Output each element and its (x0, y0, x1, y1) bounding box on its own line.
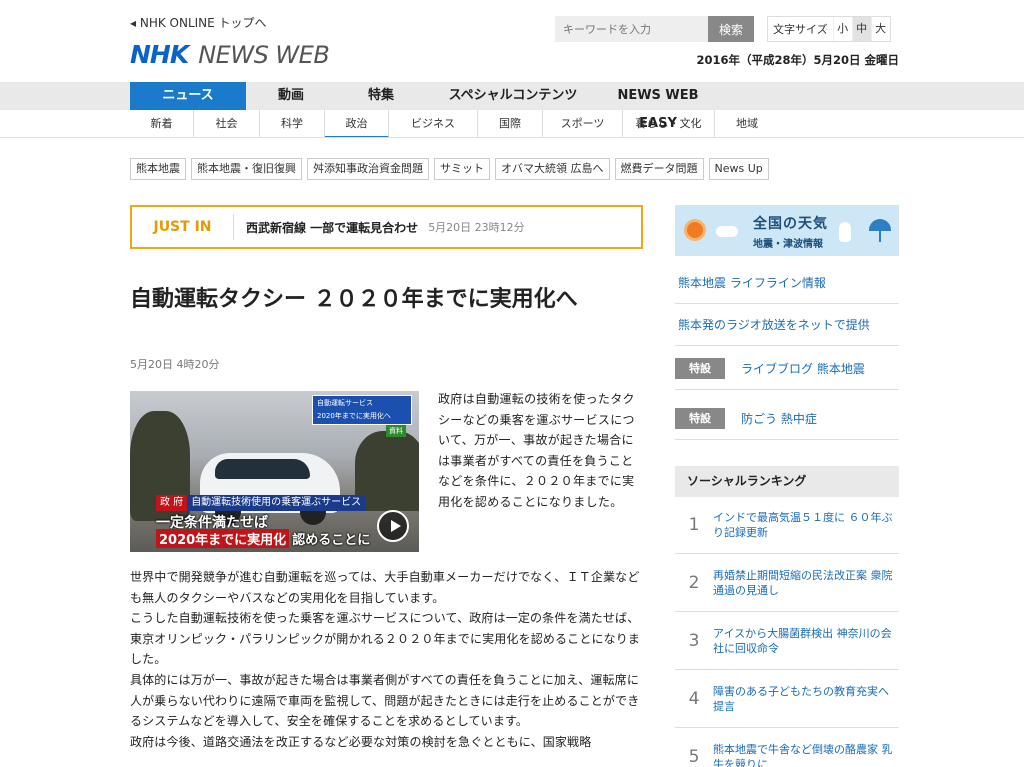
sidebar-link-text: 熊本地震 ライフライン情報 (678, 276, 826, 290)
main-nav-video[interactable]: 動画 (246, 82, 336, 110)
font-size-medium[interactable]: 中 (851, 17, 871, 41)
cloud-icon (716, 226, 738, 237)
main-nav: ニュース 動画 特集 スペシャルコンテンツ NEWS WEB EASY (0, 82, 1024, 131)
current-date: 2016年（平成28年）5月20日 金曜日 (696, 53, 899, 67)
ranking-item[interactable]: 4 障害のある子どもたちの教育充実へ提言 (675, 671, 899, 728)
article-date: 5月20日 4時20分 (130, 358, 220, 371)
just-in-time: 5月20日 23時12分 (428, 221, 525, 234)
article-body: 世界中で開発競争が進む自動運転を巡っては、大手自動車メーカーだけでなく、ＩＴ企業… (130, 567, 645, 752)
feature-badge: 特設 (675, 358, 725, 379)
ranking-number: 5 (688, 747, 700, 767)
article-video[interactable]: 自動運転サービス 2020年までに実用化へ 資料 政 府 自動運転技術使用の乗客… (130, 391, 419, 552)
video-archive-badge: 資料 (386, 425, 406, 437)
sidebar-link-text: 熊本発のラジオ放送をネットで提供 (678, 318, 870, 332)
topic-tag[interactable]: 熊本地震 (130, 158, 186, 180)
just-in-headline[interactable]: 西武新宿線 一部で運転見合わせ (246, 219, 418, 236)
ranking-item[interactable]: 1 インドで最高気温５１度に ６０年ぶり記録更新 (675, 497, 899, 554)
video-caption-box: 自動運転サービス 2020年までに実用化へ (312, 395, 412, 425)
weather-banner[interactable]: 全国の天気 地震・津波情報 (675, 205, 899, 256)
nhk-online-top-link[interactable]: ◂ NHK ONLINE トップへ (130, 14, 267, 31)
logo-nhk: NHK (130, 40, 189, 69)
ranking-item[interactable]: 3 アイスから大腸菌群検出 神奈川の会社に回収命令 (675, 613, 899, 670)
article-title: 自動運転タクシー ２０２０年までに実用化へ (130, 287, 578, 312)
topic-tag[interactable]: サミット (434, 158, 490, 180)
sub-nav-life-culture[interactable]: 暮らし・文化 (623, 110, 715, 138)
just-in-banner[interactable]: JUST IN 西武新宿線 一部で運転見合わせ 5月20日 23時12分 (130, 205, 643, 249)
ranking-item[interactable]: 2 再婚禁止期間短縮の民法改正案 衆院通過の見通し (675, 555, 899, 612)
ranking-number: 1 (688, 515, 700, 535)
article-paragraph: こうした自動運転技術を使った乗客を運ぶサービスについて、政府は一定の条件を満たせ… (130, 611, 641, 667)
topic-tag[interactable]: 燃費データ問題 (614, 158, 704, 180)
sub-nav-business[interactable]: ビジネス (389, 110, 478, 138)
sidebar-feature-heatstroke[interactable]: 特設 防ごう 熱中症 (675, 398, 899, 440)
font-size-selector: 文字サイズ 小 中 大 (767, 16, 891, 42)
article-paragraph: 政府は今後、道路交通法を改正するなど必要な対策の検討を急ぐとともに、国家戦略 (130, 734, 592, 749)
article-paragraph: 具体的には万が一、事故が起きた場合は事業者側がすべての責任を負うことに加え、運転… (130, 672, 640, 729)
ranking-title[interactable]: 障害のある子どもたちの教育充実へ提言 (713, 684, 893, 714)
ranking-title[interactable]: 再婚禁止期間短縮の民法改正案 衆院通過の見通し (713, 568, 893, 598)
main-nav-feature[interactable]: 特集 (336, 82, 426, 110)
ranking-title[interactable]: インドで最高気温５１度に ６０年ぶり記録更新 (713, 510, 893, 540)
ranking-title[interactable]: 熊本地震で牛舎など倒壊の酪農家 乳牛を競りに (713, 742, 893, 767)
video-caption-line1-text: 自動運転技術使用の乗客運ぶサービス (191, 497, 362, 508)
sidebar-link-lifeline[interactable]: 熊本地震 ライフライン情報 (675, 262, 899, 304)
sub-nav-latest[interactable]: 新着 (130, 110, 194, 138)
topic-tags: 熊本地震 熊本地震・復旧復興 舛添知事政治資金問題 サミット オバマ大統領 広島… (130, 158, 769, 180)
feature-title[interactable]: ライブブログ 熊本地震 (741, 360, 865, 377)
search-button[interactable]: 検索 (708, 16, 754, 42)
search-input[interactable] (555, 16, 708, 42)
video-caption-line3: 2020年までに実用化 認めることに (156, 529, 370, 548)
video-caption-line1: 政 府 自動運転技術使用の乗客運ぶサービス (156, 495, 366, 511)
sub-nav-divider (0, 137, 1024, 138)
article-lead: 政府は自動運転の技術を使ったタクシーなどの乗客を運ぶサービスについて、万が一、事… (438, 392, 635, 509)
sub-nav-science[interactable]: 科学 (260, 110, 325, 138)
ranking-number: 3 (688, 631, 700, 651)
video-caption-box-text: 自動運転サービス 2020年までに実用化へ (317, 399, 391, 420)
feature-badge: 特設 (675, 408, 725, 429)
weather-title: 全国の天気 (753, 216, 828, 232)
sub-nav-international[interactable]: 国際 (478, 110, 543, 138)
topic-tag[interactable]: 舛添知事政治資金問題 (307, 158, 429, 180)
video-caption-line3-text: 認めることに (292, 533, 371, 548)
sub-nav-region[interactable]: 地域 (715, 110, 779, 138)
search-box: 検索 (555, 16, 754, 42)
video-caption-gov: 政 府 (156, 495, 188, 511)
sidebar-link-radio[interactable]: 熊本発のラジオ放送をネットで提供 (675, 304, 899, 346)
topic-tag[interactable]: オバマ大統領 広島へ (495, 158, 610, 180)
ranking-number: 4 (688, 689, 700, 709)
sidebar-feature-liveblog[interactable]: 特設 ライブブログ 熊本地震 (675, 348, 899, 390)
logo-news-web: NEWS WEB (198, 41, 330, 69)
main-nav-special[interactable]: スペシャルコンテンツ (426, 82, 600, 110)
video-scene-car-window (215, 459, 310, 479)
feature-title[interactable]: 防ごう 熱中症 (741, 410, 817, 427)
ranking-title[interactable]: アイスから大腸菌群検出 神奈川の会社に回収命令 (713, 626, 893, 656)
sub-nav-politics[interactable]: 政治 (325, 110, 389, 138)
sub-nav: 新着 社会 科学 政治 ビジネス 国際 スポーツ 暮らし・文化 地域 (130, 110, 779, 138)
topic-tag[interactable]: 熊本地震・復旧復興 (191, 158, 302, 180)
main-nav-easy[interactable]: NEWS WEB EASY (600, 82, 716, 131)
umbrella-handle-icon (879, 230, 881, 242)
article-paragraph: 世界中で開発競争が進む自動運転を巡っては、大手自動車メーカーだけでなく、ＩＴ企業… (130, 570, 640, 605)
play-icon[interactable] (377, 510, 409, 542)
topic-tag[interactable]: News Up (708, 158, 769, 180)
ranking-item[interactable]: 5 熊本地震で牛舎など倒壊の酪農家 乳牛を競りに (675, 729, 899, 767)
font-size-small[interactable]: 小 (832, 17, 852, 41)
nhk-news-web-logo[interactable]: NHK NEWS WEB (130, 40, 330, 70)
social-ranking-heading: ソーシャルランキング (675, 466, 899, 497)
sub-nav-society[interactable]: 社会 (194, 110, 260, 138)
sub-nav-sports[interactable]: スポーツ (543, 110, 623, 138)
main-nav-news[interactable]: ニュース (130, 82, 246, 110)
font-size-large[interactable]: 大 (870, 17, 890, 41)
ranking-number: 2 (688, 573, 700, 593)
video-caption-line3-red: 2020年までに実用化 (156, 529, 290, 548)
sun-icon (687, 222, 703, 238)
snowman-icon (839, 222, 851, 242)
font-size-label: 文字サイズ (773, 23, 828, 36)
just-in-label: JUST IN (132, 214, 234, 240)
weather-subtitle: 地震・津波情報 (753, 239, 823, 250)
